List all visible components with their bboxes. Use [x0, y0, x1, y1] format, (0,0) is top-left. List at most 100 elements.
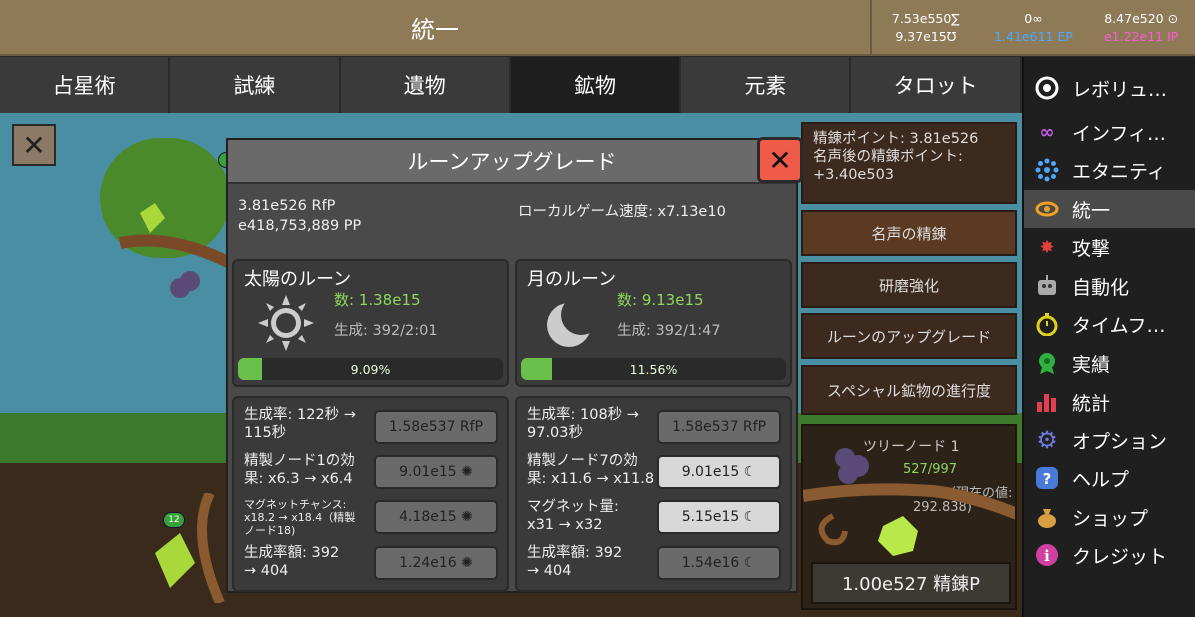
sun-upgrades-card: 生成率: 122秒 → 115秒 1.58e537 RfP 精製ノード1の効 果: …	[232, 396, 509, 592]
rune-generation: 生成: 392/1:47	[617, 323, 721, 339]
eternity-icon	[1034, 157, 1060, 183]
info-icon: i	[1034, 542, 1060, 568]
rune-count: 数: 9.13e15	[617, 291, 704, 309]
resource-panel: 7.53e550∑ 9.37e15Ʊ 0∞ 1.41e611 EP 8.47e5…	[870, 0, 1195, 56]
attack-icon: ✸	[1039, 236, 1055, 258]
moon-icon	[539, 293, 601, 353]
sidebar-item-infinity[interactable]: ∞ インフィ…	[1024, 113, 1195, 151]
tab-relics[interactable]: 遺物	[340, 57, 511, 113]
after-prestige-label: 名声後の精錬ポイント:	[813, 149, 963, 165]
pp-amount: e418,753,889 PP	[238, 218, 362, 234]
resource-column: 7.53e550∑ 9.37e15Ʊ	[872, 10, 980, 54]
sidebar-item-label: ヘルプ	[1072, 468, 1130, 491]
tab-tarot[interactable]: タロット	[851, 57, 1022, 113]
upgrade-node1-effect-button[interactable]: 9.01e15 ✺	[374, 455, 498, 489]
tab-astrology[interactable]: 占星術	[0, 57, 171, 113]
upgrade-gen-rate-button[interactable]: 1.58e537 RfP	[374, 410, 498, 444]
rune-progress-label: 11.56%	[629, 361, 678, 377]
upgrade-gen-amount-button[interactable]: 1.24e16 ✺	[374, 546, 498, 580]
sidebar-item-label: クレジット	[1072, 545, 1168, 568]
modal-close-icon[interactable]: ✕	[757, 137, 803, 183]
sun-icon	[256, 293, 316, 353]
upgrade-label: 生成率額: 392 → 404	[527, 545, 623, 579]
resource-omega: 9.37e15Ʊ	[895, 29, 957, 44]
sidebar-item-time-flux[interactable]: タイムフ…	[1024, 305, 1195, 343]
sidebar-item-label: 自動化	[1072, 276, 1130, 299]
resource-column: 0∞ 1.41e611 EP	[980, 10, 1088, 54]
special-mineral-progress-button[interactable]: スペシャル鉱物の進行度	[801, 365, 1017, 415]
sidebar-item-label: 統一	[1072, 199, 1111, 222]
tab-bar: 占星術 試練 遺物 鉱物 元素 タロット	[0, 57, 1022, 113]
sidebar-item-label: インフィ…	[1072, 122, 1167, 145]
sidebar-item-label: 実績	[1072, 353, 1111, 376]
sidebar-item-attack[interactable]: ✸ 攻撃	[1024, 228, 1195, 266]
upgrade-gen-rate-button[interactable]: 1.58e537 RfP	[657, 410, 781, 444]
bar-chart-icon	[1034, 389, 1060, 415]
rune-progress-label: 9.09%	[350, 361, 391, 377]
sidebar-item-automation[interactable]: 自動化	[1024, 267, 1195, 305]
upgrade-label: 精製ノード7の効 果: x11.6 → x11.8	[527, 453, 655, 487]
stopwatch-icon	[1034, 311, 1060, 337]
upgrade-label: 生成率: 122秒 → 115秒	[244, 407, 356, 441]
rfp-amount: 3.81e526 RfP	[238, 198, 336, 214]
rune-count: 数: 1.38e15	[334, 291, 421, 309]
moon-rune-card: 月のルーン 数: 9.13e15 生成: 392/1:47 11.56%	[515, 259, 792, 387]
sidebar-item-label: エタニティ	[1072, 160, 1166, 183]
local-game-speed: ローカルゲーム速度: x7.13e10	[518, 204, 726, 220]
tab-trials[interactable]: 試練	[170, 57, 341, 113]
close-icon[interactable]: ✕	[12, 124, 56, 166]
tree-branch-decoration	[803, 448, 1015, 556]
unity-icon	[1034, 196, 1060, 222]
sidebar-item-eternity[interactable]: エタニティ	[1024, 151, 1195, 189]
sidebar-item-achievements[interactable]: 実績	[1024, 344, 1195, 382]
tab-minerals[interactable]: 鉱物	[510, 57, 682, 113]
sidebar-item-label: オプション	[1072, 430, 1168, 453]
resource-ep: 1.41e611 EP	[994, 29, 1073, 44]
money-bag-icon	[1034, 504, 1060, 530]
tree-branch-decoration	[118, 203, 233, 298]
resource-column: 8.47e520 ⊙ e1.22e11 IP	[1087, 10, 1195, 54]
svg-text:?: ?	[1043, 470, 1052, 488]
sidebar-item-help[interactable]: ? ヘルプ	[1024, 459, 1195, 497]
page-title: 統一	[0, 0, 870, 56]
sidebar-item-label: ショップ	[1072, 507, 1149, 530]
sidebar-item-label: 攻撃	[1072, 237, 1111, 260]
sidebar-item-credits[interactable]: i クレジット	[1024, 536, 1195, 574]
upgrade-magnet-amount-button[interactable]: 5.15e15 ☾	[657, 500, 781, 534]
moon-upgrades-card: 生成率: 108秒 → 97.03秒 1.58e537 RfP 精製ノード7の効果…	[515, 396, 792, 592]
refine-points-info: 精錬ポイント: 3.81e526 名声後の精錬ポイント: +3.40e503	[801, 122, 1017, 204]
sun-rune-card: 太陽のルーン 数: 1.38e15 生成: 392/2:01 9.09%	[232, 259, 509, 387]
gear-icon: ⚙	[1036, 426, 1058, 454]
prestige-refine-button[interactable]: 名声の精錬	[801, 210, 1017, 256]
infinity-icon: ∞	[1039, 121, 1055, 143]
tab-elements[interactable]: 元素	[681, 57, 852, 113]
rune-progress-bar: 9.09%	[238, 358, 503, 380]
game-screen: 統一 7.53e550∑ 9.37e15Ʊ 0∞ 1.41e611 EP 8.4…	[0, 0, 1195, 617]
upgrade-magnet-chance-button[interactable]: 4.18e15 ✺	[374, 500, 498, 534]
medal-icon	[1034, 350, 1060, 376]
sidebar-item-options[interactable]: ⚙ オプション	[1024, 421, 1195, 459]
rune-name: 太陽のルーン	[244, 269, 352, 290]
upgrade-label: 生成率: 108秒 → 97.03秒	[527, 407, 639, 441]
upgrade-node7-effect-button[interactable]: 9.01e15 ☾	[657, 455, 781, 489]
modal-title: ルーンアップグレード	[228, 140, 796, 184]
rune-generation: 生成: 392/2:01	[334, 323, 438, 339]
resource-infinity: 0∞	[1024, 11, 1043, 26]
sidebar-item-revolution[interactable]: レボリュ…	[1024, 69, 1195, 107]
resource-ip: e1.22e11 IP	[1103, 29, 1179, 44]
rune-upgrade-button[interactable]: ルーンのアップグレード	[801, 313, 1017, 359]
upgrade-label: マグネット量: x31 → x32	[527, 499, 619, 533]
sidebar-item-shop[interactable]: ショップ	[1024, 498, 1195, 536]
polish-upgrade-button[interactable]: 研磨強化	[801, 262, 1017, 308]
node-badge[interactable]: 12	[163, 512, 185, 528]
revolution-icon	[1034, 75, 1060, 101]
sidebar-item-label: タイムフ…	[1072, 314, 1166, 337]
rune-name: 月のルーン	[527, 269, 617, 290]
upgrade-label: マグネットチャンス: x18.2 → x18.4（精製 ノード18)	[244, 498, 356, 537]
sidebar-item-statistics[interactable]: 統計	[1024, 383, 1195, 421]
resource-sigma: 7.53e550∑	[891, 11, 960, 26]
sidebar-item-unity[interactable]: 統一	[1024, 190, 1195, 228]
tree-node-panel: ツリーノード 1 527/997 （現在の値: 292.838) 1.00e52…	[801, 424, 1017, 610]
upgrade-gen-amount-button[interactable]: 1.54e16 ☾	[657, 546, 781, 580]
tree-node-refine-button[interactable]: 1.00e527 精錬P	[811, 562, 1011, 604]
